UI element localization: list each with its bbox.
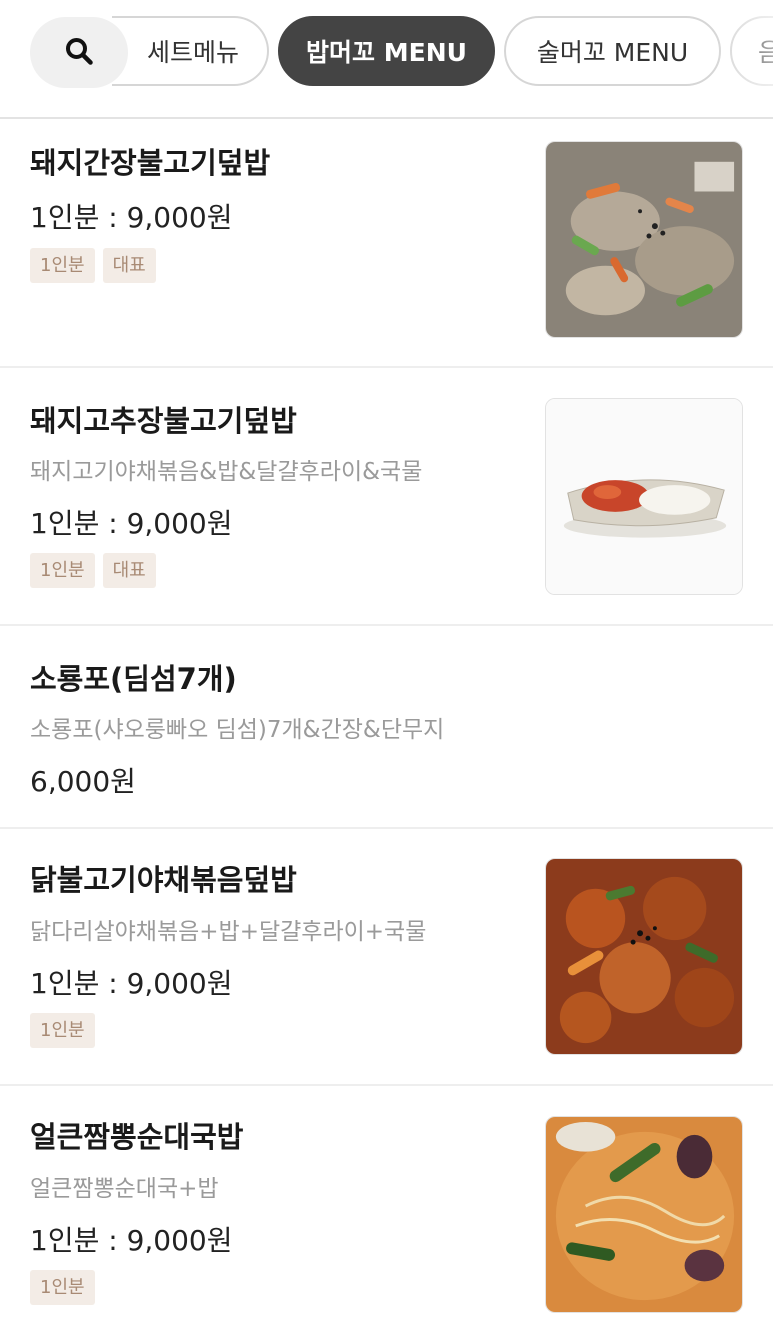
- menu-item-name: 돼지간장불고기덮밥: [30, 146, 271, 180]
- menu-item-name: 돼지고추장불고기덮밥: [30, 404, 297, 438]
- menu-item-description: 돼지고기야채볶음&밥&달걀후라이&국물: [30, 459, 423, 485]
- menu-item-name: 닭불고기야채볶음덮밥: [30, 863, 297, 897]
- menu-item-description: 닭다리살야채볶음+밥+달걀후라이+국물: [30, 919, 427, 945]
- tab-set-menu[interactable]: 세트메뉴: [112, 16, 269, 86]
- menu-item[interactable]: 얼큰짬뽕순대국밥 얼큰짬뽕순대국+밥 1인분 : 9,000원 1인분: [0, 1086, 773, 1339]
- menu-item-description: 소룡포(샤오룽빠오 딤섬)7개&간장&단무지: [30, 717, 445, 743]
- jjamppong-sundae-soup-photo: [545, 1116, 743, 1313]
- tag-badge: 대표: [102, 248, 156, 283]
- menu-item-name: 얼큰짬뽕순대국밥: [30, 1120, 244, 1154]
- search-button[interactable]: [30, 17, 128, 88]
- search-icon: [64, 36, 94, 70]
- menu-item[interactable]: 돼지고추장불고기덮밥 돼지고기야채볶음&밥&달걀후라이&국물 1인분 : 9,0…: [0, 368, 773, 626]
- menu-item[interactable]: 닭불고기야채볶음덮밥 닭다리살야채볶음+밥+달걀후라이+국물 1인분 : 9,0…: [0, 829, 773, 1086]
- menu-item-price: 1인분 : 9,000원: [30, 201, 233, 234]
- menu-item-price: 1인분 : 9,000원: [30, 967, 233, 1000]
- menu-item-tags: 1인분 대표: [30, 248, 156, 283]
- chicken-bulgogi-photo: [545, 858, 743, 1055]
- spicy-pork-rice-photo: [545, 398, 743, 595]
- tab-bab-menu[interactable]: 밥머꼬 MENU: [278, 16, 495, 86]
- scroll-fade: [713, 0, 773, 115]
- tab-sul-menu[interactable]: 술머꼬 MENU: [504, 16, 721, 86]
- tag-badge: 1인분: [30, 1013, 95, 1048]
- menu-item-name: 소룡포(딤섬7개): [30, 662, 237, 696]
- soy-pork-bulgogi-photo: [545, 141, 743, 338]
- menu-item-tags: 1인분: [30, 1013, 95, 1048]
- category-bar: 세트메뉴 밥머꼬 MENU 술머꼬 MENU 음: [0, 0, 773, 119]
- menu-item-price: 1인분 : 9,000원: [30, 1224, 233, 1257]
- menu-item-tags: 1인분: [30, 1270, 95, 1305]
- menu-item[interactable]: 돼지간장불고기덮밥 1인분 : 9,000원 1인분 대표: [0, 118, 773, 368]
- menu-item-price: 1인분 : 9,000원: [30, 507, 233, 540]
- menu-item-price: 6,000원: [30, 765, 136, 798]
- menu-item-description: 얼큰짬뽕순대국+밥: [30, 1176, 219, 1202]
- tag-badge: 대표: [102, 553, 156, 588]
- tag-badge: 1인분: [30, 248, 95, 283]
- menu-item[interactable]: 소룡포(딤섬7개) 소룡포(샤오룽빠오 딤섬)7개&간장&단무지 6,000원: [0, 626, 773, 829]
- menu-item-tags: 1인분 대표: [30, 553, 156, 588]
- tag-badge: 1인분: [30, 553, 95, 588]
- tag-badge: 1인분: [30, 1270, 95, 1305]
